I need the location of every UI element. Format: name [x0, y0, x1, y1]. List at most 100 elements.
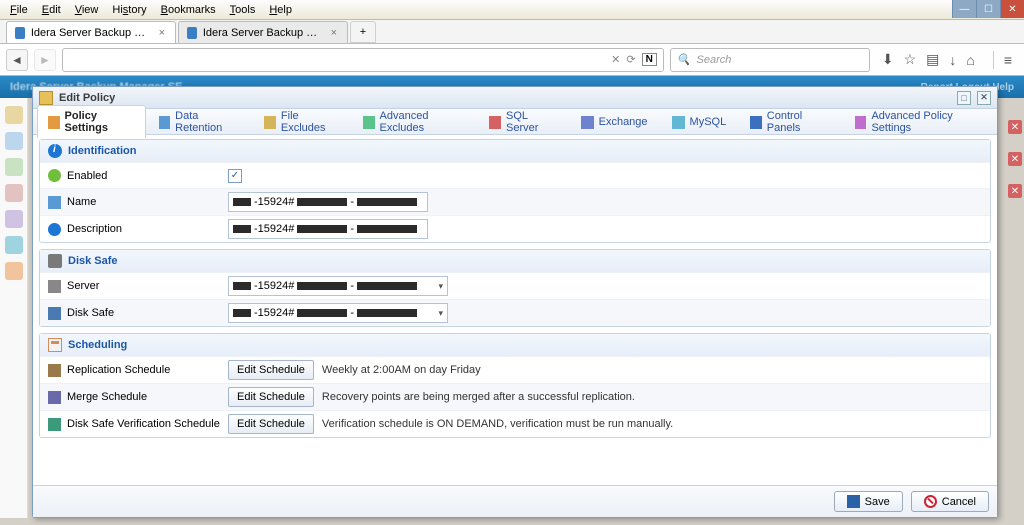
merge-desc: Recovery points are being merged after a… [322, 391, 635, 403]
description-icon [48, 223, 61, 236]
edit-merge-schedule-button[interactable]: Edit Schedule [228, 387, 314, 407]
home-icon[interactable]: ⌂ [966, 52, 974, 68]
mysql-icon [672, 116, 685, 129]
menu-edit[interactable]: Edit [36, 2, 67, 18]
server-label: Server [67, 280, 99, 292]
section-scheduling: Scheduling Replication Schedule Edit Sch… [39, 333, 991, 438]
window-minimize[interactable]: — [952, 0, 976, 18]
disk-icon [48, 254, 62, 268]
disksafe-icon [48, 307, 61, 320]
menu-history[interactable]: History [106, 2, 152, 18]
search-placeholder: Search [697, 54, 732, 66]
dialog-body: Identification Enabled ✓ Name -15924#- D… [33, 135, 997, 485]
tab-control-panels[interactable]: Control Panels [739, 105, 842, 138]
menu-file[interactable]: File [4, 2, 34, 18]
calendar-icon [48, 338, 62, 352]
arrow-icon[interactable]: ↓ [949, 52, 956, 68]
retention-icon [159, 116, 171, 129]
list-icon[interactable]: ▤ [926, 51, 939, 68]
settings-icon [48, 116, 60, 129]
tab-exchange[interactable]: Exchange [570, 111, 659, 133]
left-icon-5[interactable] [5, 210, 23, 228]
description-label: Description [67, 223, 122, 235]
edit-verify-schedule-button[interactable]: Edit Schedule [228, 414, 314, 434]
browser-tab-1[interactable]: Idera Server Backup Manag... × [178, 21, 348, 43]
menu-help[interactable]: Help [263, 2, 298, 18]
advanced-icon [363, 116, 375, 129]
tab-mysql[interactable]: MySQL [661, 111, 738, 133]
merge-label: Merge Schedule [67, 391, 147, 403]
right-gutter: ✕ ✕ ✕ [1008, 120, 1022, 198]
noscript-icon[interactable]: N [642, 53, 657, 66]
name-icon [48, 196, 61, 209]
reload-icon[interactable]: ⟳ [626, 53, 635, 66]
search-bar[interactable]: 🔍 Search [670, 48, 870, 72]
menu-view[interactable]: View [69, 2, 105, 18]
gutter-close-3[interactable]: ✕ [1008, 184, 1022, 198]
name-label: Name [67, 196, 96, 208]
window-maximize[interactable]: ☐ [976, 0, 1000, 18]
description-input[interactable]: -15924#- [228, 219, 428, 239]
replication-label: Replication Schedule [67, 364, 170, 376]
exchange-icon [581, 116, 594, 129]
gutter-close-2[interactable]: ✕ [1008, 152, 1022, 166]
dialog-title: Edit Policy [59, 92, 115, 104]
merge-icon [48, 391, 61, 404]
tab-file-excludes[interactable]: File Excludes [253, 105, 350, 138]
replication-desc: Weekly at 2:00AM on day Friday [322, 364, 481, 376]
tab-close-icon[interactable]: × [329, 27, 339, 39]
verify-icon [48, 418, 61, 431]
left-icon-7[interactable] [5, 262, 23, 280]
left-icon-6[interactable] [5, 236, 23, 254]
cancel-button[interactable]: Cancel [911, 491, 989, 512]
verify-desc: Verification schedule is ON DEMAND, veri… [322, 418, 673, 430]
browser-tab-new[interactable]: + [350, 21, 376, 43]
gutter-close-1[interactable]: ✕ [1008, 120, 1022, 134]
stop-icon[interactable]: ✕ [611, 53, 620, 66]
tab-label: Idera Server Backup Manag... [203, 27, 323, 39]
disksafe-select[interactable]: -15924#- [228, 303, 448, 323]
browser-tab-0[interactable]: Idera Server Backup Manag... × [6, 21, 176, 43]
server-icon [48, 280, 61, 293]
left-icon-4[interactable] [5, 184, 23, 202]
server-select[interactable]: -15924#- [228, 276, 448, 296]
browser-navbar: ◄ ► ✕ ⟳ N 🔍 Search ⬇ ☆ ▤ ↓ ⌂ ≡ [0, 44, 1024, 76]
enabled-checkbox[interactable]: ✓ [228, 169, 242, 183]
tab-sql-server[interactable]: SQL Server [478, 105, 567, 138]
tab-data-retention[interactable]: Data Retention [148, 105, 252, 138]
sql-icon [489, 116, 501, 129]
left-icon-2[interactable] [5, 132, 23, 150]
downloads-icon[interactable]: ⬇ [882, 51, 894, 68]
tab-policy-settings[interactable]: Policy Settings [37, 105, 146, 138]
tab-advanced-policy[interactable]: Advanced Policy Settings [844, 105, 993, 138]
section-identification: Identification Enabled ✓ Name -15924#- D… [39, 139, 991, 243]
left-icon-1[interactable] [5, 106, 23, 124]
star-icon[interactable]: ☆ [904, 51, 917, 68]
verify-label: Disk Safe Verification Schedule [67, 418, 220, 430]
dialog-close-icon[interactable]: ✕ [977, 91, 991, 105]
info-icon [48, 144, 62, 158]
replication-icon [48, 364, 61, 377]
disksafe-label: Disk Safe [67, 307, 114, 319]
favicon-icon [15, 27, 25, 39]
dialog-maximize-icon[interactable]: □ [957, 91, 971, 105]
menu-tools[interactable]: Tools [224, 2, 262, 18]
enabled-icon [48, 169, 61, 182]
hamburger-icon[interactable]: ≡ [1004, 52, 1012, 68]
menu-bookmarks[interactable]: Bookmarks [155, 2, 222, 18]
forward-button[interactable]: ► [34, 49, 56, 71]
window-close[interactable]: ✕ [1000, 0, 1024, 18]
app-left-toolbar [0, 98, 28, 518]
dialog-tabbar: Policy Settings Data Retention File Excl… [33, 109, 997, 135]
advanced-policy-icon [855, 116, 867, 129]
tab-close-icon[interactable]: × [157, 27, 167, 39]
url-bar[interactable]: ✕ ⟳ N [62, 48, 664, 72]
dialog-footer: Save Cancel [33, 485, 997, 517]
left-icon-3[interactable] [5, 158, 23, 176]
edit-replication-schedule-button[interactable]: Edit Schedule [228, 360, 314, 380]
name-input[interactable]: -15924#- [228, 192, 428, 212]
tab-advanced-excludes[interactable]: Advanced Excludes [352, 105, 477, 138]
save-button[interactable]: Save [834, 491, 903, 512]
back-button[interactable]: ◄ [6, 49, 28, 71]
browser-tabstrip: Idera Server Backup Manag... × Idera Ser… [0, 20, 1024, 44]
